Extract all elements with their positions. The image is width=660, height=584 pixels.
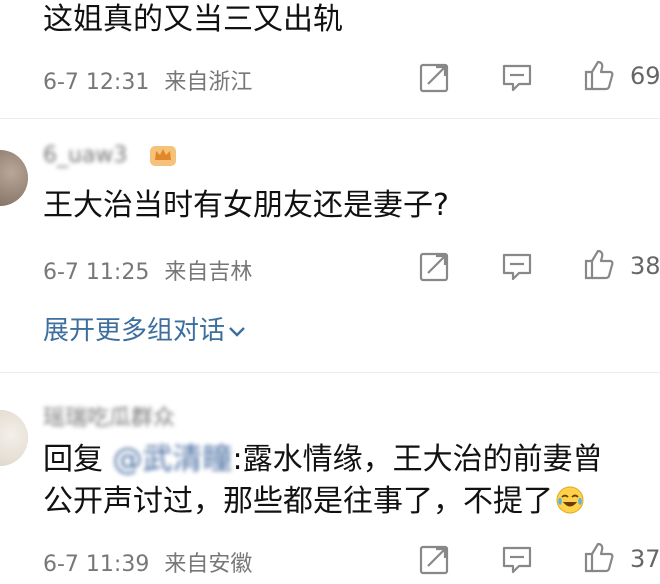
comment-meta: 6-7 11:39 来自安徽 (43, 546, 252, 578)
like-icon[interactable] (582, 58, 616, 92)
comment-text: 这姐真的又当三又出轨 (43, 2, 343, 37)
crown-badge-icon (150, 146, 176, 166)
comment-location: 来自吉林 (164, 260, 253, 285)
share-icon[interactable] (418, 249, 452, 283)
share-icon[interactable] (418, 60, 452, 94)
divider (0, 118, 660, 119)
comment-location: 来自安徽 (164, 552, 253, 577)
comment-time: 6-7 11:25 (43, 260, 150, 285)
mention-link[interactable]: @武清瞳 (113, 442, 233, 477)
like-icon[interactable] (582, 247, 616, 281)
username-text: 瑶瑞吃瓜群众 (43, 406, 176, 431)
like-icon[interactable] (582, 540, 616, 574)
expand-conversation-link[interactable]: 展开更多组对话 (43, 310, 247, 347)
laugh-cry-emoji (556, 486, 584, 514)
avatar[interactable] (0, 410, 28, 466)
share-icon[interactable] (418, 542, 452, 576)
like-count: 38 (630, 252, 660, 280)
comment-meta: 6-7 12:31 来自浙江 (43, 64, 252, 96)
chevron-down-icon (229, 326, 245, 337)
comment-icon[interactable] (500, 249, 534, 283)
comment-icon[interactable] (500, 60, 534, 94)
like-count: 37 (630, 545, 660, 573)
comment-location: 来自浙江 (164, 70, 253, 95)
divider (0, 372, 660, 373)
expand-label: 展开更多组对话 (43, 316, 226, 346)
comment-text: 回复 @武清瞳:露水情缘，王大治的前妻曾 (43, 440, 603, 480)
like-count: 69 (630, 62, 660, 90)
avatar[interactable] (0, 150, 28, 206)
comment-icon[interactable] (500, 542, 534, 576)
comment-text-continued: 公开声讨过，那些都是往事了，不提了 (43, 482, 585, 522)
username[interactable]: 6_uaw3 (43, 143, 127, 168)
comment-text: 王大治当时有女朋友还是妻子? (43, 188, 449, 223)
comment-text-line2: 公开声讨过，那些都是往事了，不提了 (43, 484, 553, 519)
comment-text-line1: :露水情缘，王大治的前妻曾 (232, 442, 603, 477)
comment-time: 6-7 12:31 (43, 70, 150, 95)
username[interactable]: 瑶瑞吃瓜群众 (43, 400, 175, 432)
comment-meta: 6-7 11:25 来自吉林 (43, 254, 252, 286)
reply-prefix: 回复 (43, 442, 103, 477)
comment-time: 6-7 11:39 (43, 552, 150, 577)
